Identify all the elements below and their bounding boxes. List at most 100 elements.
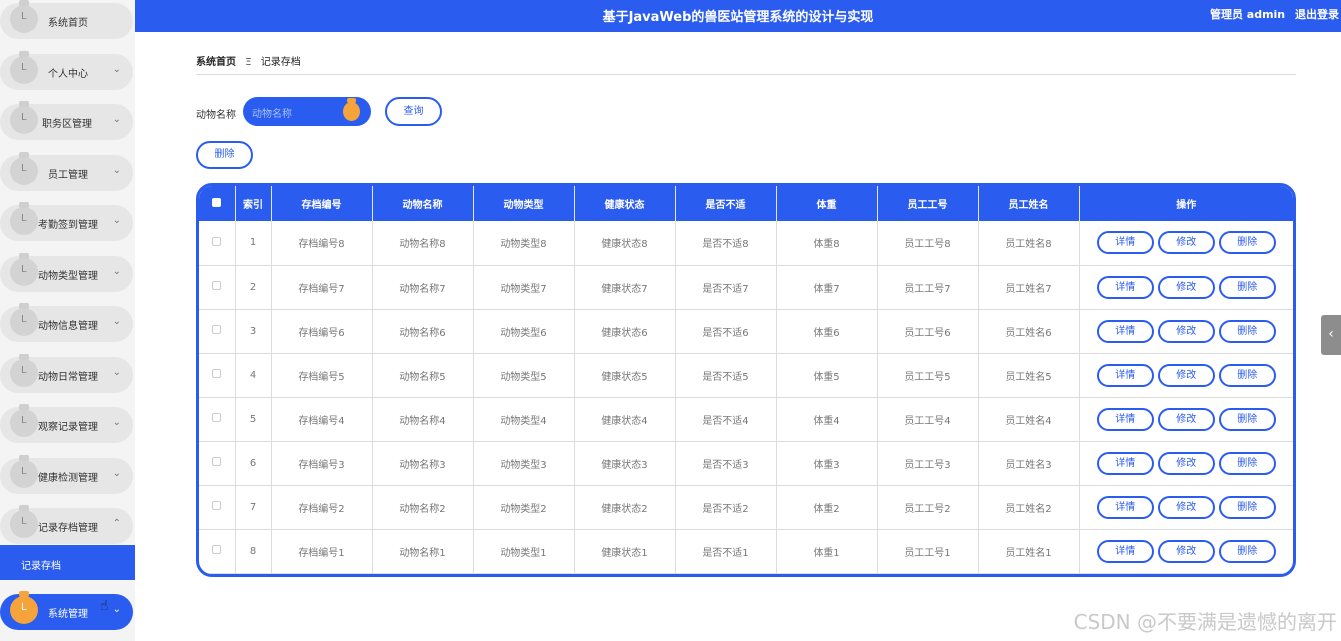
menu-icon	[10, 303, 38, 336]
sidebar-item-label: 动物信息管理	[38, 321, 98, 332]
cell-health: 健康状态4	[574, 397, 676, 442]
chevron-down-icon: ⌄	[112, 604, 121, 615]
column-header: 健康状态	[574, 186, 676, 221]
row-checkbox[interactable]	[212, 545, 222, 554]
row-select-cell[interactable]	[199, 485, 236, 530]
row-select-cell[interactable]	[199, 265, 236, 310]
detail-button[interactable]: 详情	[1096, 451, 1154, 475]
row-select-cell[interactable]	[199, 353, 236, 398]
search-placeholder: 动物名称	[252, 109, 292, 120]
cell-health: 健康状态3	[574, 441, 676, 486]
top-header: 基于JavaWeb的兽医站管理系统的设计与实现 管理员 admin 退出登录	[135, 0, 1341, 32]
sidebar-item[interactable]: 职务区管理 ⌄	[0, 101, 133, 140]
batch-delete-button[interactable]: 删除	[196, 141, 253, 169]
delete-button[interactable]: 删除	[1218, 539, 1276, 563]
chevron-down-icon: ⌄	[112, 265, 121, 277]
detail-button[interactable]: 详情	[1096, 275, 1154, 299]
actions-cell: 详情 修改 删除	[1079, 221, 1293, 266]
edit-button[interactable]: 修改	[1157, 451, 1215, 475]
cell-discomfort: 是否不适5	[675, 353, 777, 398]
checkbox[interactable]	[212, 197, 222, 207]
edit-button[interactable]: 修改	[1157, 275, 1215, 299]
animal-name-search-input[interactable]: 动物名称	[243, 97, 371, 126]
actions-cell: 详情 修改 删除	[1079, 529, 1293, 574]
breadcrumb-home[interactable]: 系统首页	[196, 57, 236, 68]
row-checkbox[interactable]	[212, 281, 222, 290]
edit-button[interactable]: 修改	[1157, 363, 1215, 387]
cell-animal-type: 动物类型3	[473, 441, 575, 486]
cell-animal-type: 动物类型6	[473, 309, 575, 354]
cell-archive-no: 存档编号6	[271, 309, 373, 354]
chevron-left-icon[interactable]: ‹	[1321, 315, 1341, 355]
row-select-cell[interactable]	[199, 309, 236, 354]
edit-button[interactable]: 修改	[1157, 231, 1215, 255]
row-select-cell[interactable]	[199, 441, 236, 486]
cell-discomfort: 是否不适3	[675, 441, 777, 486]
cell-emp-name: 员工姓名1	[978, 529, 1080, 574]
cell-archive-no: 存档编号3	[271, 441, 373, 486]
sidebar-item[interactable]: 动物日常管理 ⌄	[0, 353, 133, 393]
sidebar-item[interactable]: 个人中心 ⌄	[0, 50, 133, 90]
table-row: 4 存档编号5 动物名称5 动物类型5 健康状态5 是否不适5 体重5 员工工号5 员工姓名5 详…	[199, 353, 1293, 398]
sidebar-item[interactable]: 系统首页	[0, 0, 133, 39]
sidebar-item-label: 观察记录管理	[38, 422, 98, 433]
sidebar-item[interactable]: 记录存档管理 ⌃	[0, 505, 133, 544]
delete-button[interactable]: 删除	[1218, 451, 1276, 475]
detail-button[interactable]: 详情	[1096, 363, 1154, 387]
delete-button[interactable]: 删除	[1218, 363, 1276, 387]
detail-button[interactable]: 详情	[1096, 495, 1154, 519]
column-header: 是否不适	[675, 186, 777, 221]
cell-weight: 体重8	[776, 221, 878, 266]
row-select-cell[interactable]	[199, 221, 236, 266]
delete-button[interactable]: 删除	[1218, 319, 1276, 343]
breadcrumb-separator: Ξ	[245, 57, 252, 68]
row-select-cell[interactable]	[199, 397, 236, 442]
logout-link[interactable]: 退出登录	[1295, 8, 1339, 21]
cell-weight: 体重7	[776, 265, 878, 310]
decorative-knob-icon	[343, 98, 360, 121]
row-select-cell[interactable]	[199, 529, 236, 574]
column-header: 存档编号	[271, 186, 373, 221]
cell-emp-name: 员工姓名3	[978, 441, 1080, 486]
detail-button[interactable]: 详情	[1096, 319, 1154, 343]
column-header: 动物名称	[372, 186, 474, 221]
delete-button[interactable]: 删除	[1218, 275, 1276, 299]
cell-emp-name: 员工姓名4	[978, 397, 1080, 442]
sidebar-item-label: 职务区管理	[42, 119, 92, 130]
row-checkbox[interactable]	[212, 325, 222, 334]
column-header: 体重	[776, 186, 878, 221]
row-checkbox[interactable]	[212, 369, 222, 378]
row-checkbox[interactable]	[212, 236, 222, 246]
sidebar-item-system-management[interactable]: 系统管理 ⌄	[0, 591, 133, 630]
menu-icon	[10, 151, 38, 185]
sidebar-item-label: 系统首页	[48, 18, 88, 29]
edit-button[interactable]: 修改	[1157, 407, 1215, 431]
sidebar-item[interactable]: 健康检测管理 ⌄	[0, 454, 133, 494]
row-checkbox[interactable]	[212, 457, 222, 466]
detail-button[interactable]: 详情	[1096, 407, 1154, 431]
cell-animal-name: 动物名称3	[372, 441, 474, 486]
table-row: 8 存档编号1 动物名称1 动物类型1 健康状态1 是否不适1 体重1 员工工号1 员工姓名1 详…	[199, 529, 1293, 574]
sidebar-item[interactable]: 动物类型管理 ⌄	[0, 252, 133, 292]
cell-emp-no: 员工工号7	[877, 265, 979, 310]
select-all-checkbox[interactable]	[199, 186, 236, 221]
sidebar-item[interactable]: 动物信息管理 ⌄	[0, 303, 133, 342]
edit-button[interactable]: 修改	[1157, 539, 1215, 563]
query-button[interactable]: 查询	[385, 97, 442, 126]
detail-button[interactable]: 详情	[1096, 231, 1154, 255]
submenu-item-record-archive[interactable]: 记录存档	[0, 545, 135, 580]
row-checkbox[interactable]	[212, 501, 222, 510]
detail-button[interactable]: 详情	[1096, 539, 1154, 563]
delete-button[interactable]: 删除	[1218, 407, 1276, 431]
row-checkbox[interactable]	[212, 413, 222, 422]
cell-discomfort: 是否不适8	[675, 221, 777, 266]
sidebar-item[interactable]: 员工管理 ⌄	[0, 151, 133, 191]
edit-button[interactable]: 修改	[1157, 495, 1215, 519]
delete-button[interactable]: 删除	[1218, 231, 1276, 255]
delete-button[interactable]: 删除	[1218, 495, 1276, 519]
edit-button[interactable]: 修改	[1157, 319, 1215, 343]
sidebar-item[interactable]: 考勤签到管理 ⌄	[0, 202, 133, 241]
cell-weight: 体重4	[776, 397, 878, 442]
cell-weight: 体重3	[776, 441, 878, 486]
sidebar-item[interactable]: 观察记录管理 ⌄	[0, 404, 133, 443]
